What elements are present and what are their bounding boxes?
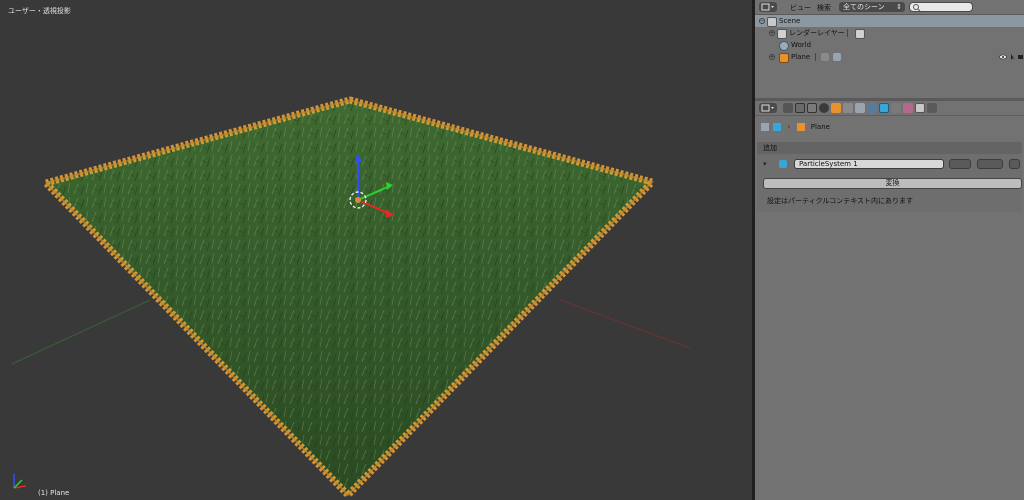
convert-button[interactable]: 変換 [763, 178, 1022, 189]
chevron-right-icon: › [787, 123, 791, 131]
remove-button[interactable] [1009, 159, 1020, 169]
tab-data-icon[interactable] [867, 103, 877, 113]
row-label: World [791, 41, 812, 49]
collapse-arrow-icon[interactable]: ▾ [763, 160, 767, 168]
active-object-label: (1) Plane [38, 489, 70, 497]
right-editors: ビュー 検索 全てのシーン ⇕ − Scene + レンダーレイヤー World [755, 0, 1024, 500]
panel-header-add[interactable]: 追加 [757, 142, 1022, 154]
properties-icon [761, 104, 774, 112]
mesh-data-icon[interactable] [821, 53, 829, 61]
tab-render-layers-icon[interactable] [795, 103, 805, 113]
particles-context-icon [773, 123, 782, 131]
scene-icon [767, 17, 777, 27]
outliner-header: ビュー 検索 全てのシーン ⇕ [755, 0, 1024, 15]
properties-header [755, 101, 1024, 116]
menu-search[interactable]: 検索 [817, 3, 831, 13]
3d-viewport[interactable]: ユーザー・透視投影 (1) Plane [0, 0, 752, 500]
tab-scene-icon[interactable] [807, 103, 817, 113]
separator [815, 53, 816, 61]
tab-material-icon[interactable] [903, 103, 913, 113]
axis-widget [13, 474, 27, 489]
expand-toggle-icon[interactable]: + [769, 54, 775, 60]
move-up-down-buttons[interactable] [977, 159, 1003, 169]
grass-scene [11, 96, 691, 499]
wrench-icon[interactable] [833, 53, 841, 61]
tab-modifiers-icon[interactable] [855, 103, 865, 113]
expand-toggle-icon[interactable]: − [759, 18, 765, 24]
display-mode-select[interactable]: 全てのシーン ⇕ [839, 2, 905, 12]
render-layers-icon [777, 29, 787, 39]
y-axis-line [11, 299, 151, 365]
tab-world-icon[interactable] [819, 103, 829, 113]
row-label: Plane [791, 53, 811, 61]
outliner-row-plane[interactable]: + Plane [755, 51, 1024, 63]
eye-icon[interactable] [999, 53, 1007, 61]
tab-render-icon[interactable] [783, 103, 793, 113]
cursor-select-icon[interactable] [1009, 53, 1017, 61]
render-toggle-button[interactable] [949, 159, 971, 169]
particle-system-name-field[interactable]: ParticleSystem 1 [794, 159, 944, 169]
separator [847, 29, 848, 37]
tab-constraints-icon[interactable] [843, 103, 853, 113]
tab-texture-icon[interactable] [915, 103, 925, 113]
row-label: Scene [779, 17, 801, 25]
context-note: 設定はパーティクルコンテキスト内にあります [767, 197, 914, 205]
x-axis-line [559, 299, 691, 349]
tab-particles-icon[interactable] [879, 103, 889, 113]
tab-misc-icon[interactable] [927, 103, 937, 113]
outliner-icon [761, 3, 774, 11]
world-icon [779, 41, 789, 51]
particles-icon [779, 160, 787, 168]
view-label: ユーザー・透視投影 [8, 7, 71, 15]
properties-editor-type-button[interactable] [759, 103, 777, 113]
outliner-row-scene[interactable]: − Scene [755, 15, 1024, 27]
breadcrumb: › Plane [761, 121, 830, 133]
camera-render-icon[interactable] [1018, 53, 1024, 61]
outliner-row-render-layers[interactable]: + レンダーレイヤー [755, 27, 1024, 39]
search-icon [913, 4, 921, 11]
tab-object-icon[interactable] [831, 103, 841, 113]
outliner-row-world[interactable]: World [755, 39, 1024, 51]
breadcrumb-object-name: Plane [810, 123, 830, 131]
search-input[interactable] [909, 2, 973, 12]
render-layer-icon [855, 29, 865, 39]
expand-toggle-icon[interactable]: + [769, 30, 775, 36]
pin-icon[interactable] [761, 123, 769, 131]
menu-view[interactable]: ビュー [790, 3, 811, 13]
tab-physics-icon[interactable] [891, 103, 901, 113]
particle-panel: ▾ ParticleSystem 1 変換 設定はパーティクルコンテキスト内にあ… [757, 154, 1022, 212]
display-mode-value: 全てのシーン [843, 3, 885, 11]
outliner-tree: − Scene + レンダーレイヤー World + Plane [755, 15, 1024, 97]
editor-type-button[interactable] [759, 2, 777, 12]
select-arrows-icon: ⇕ [896, 3, 902, 11]
object-icon [779, 53, 789, 63]
object-icon [796, 123, 805, 131]
row-label: レンダーレイヤー [789, 29, 845, 37]
